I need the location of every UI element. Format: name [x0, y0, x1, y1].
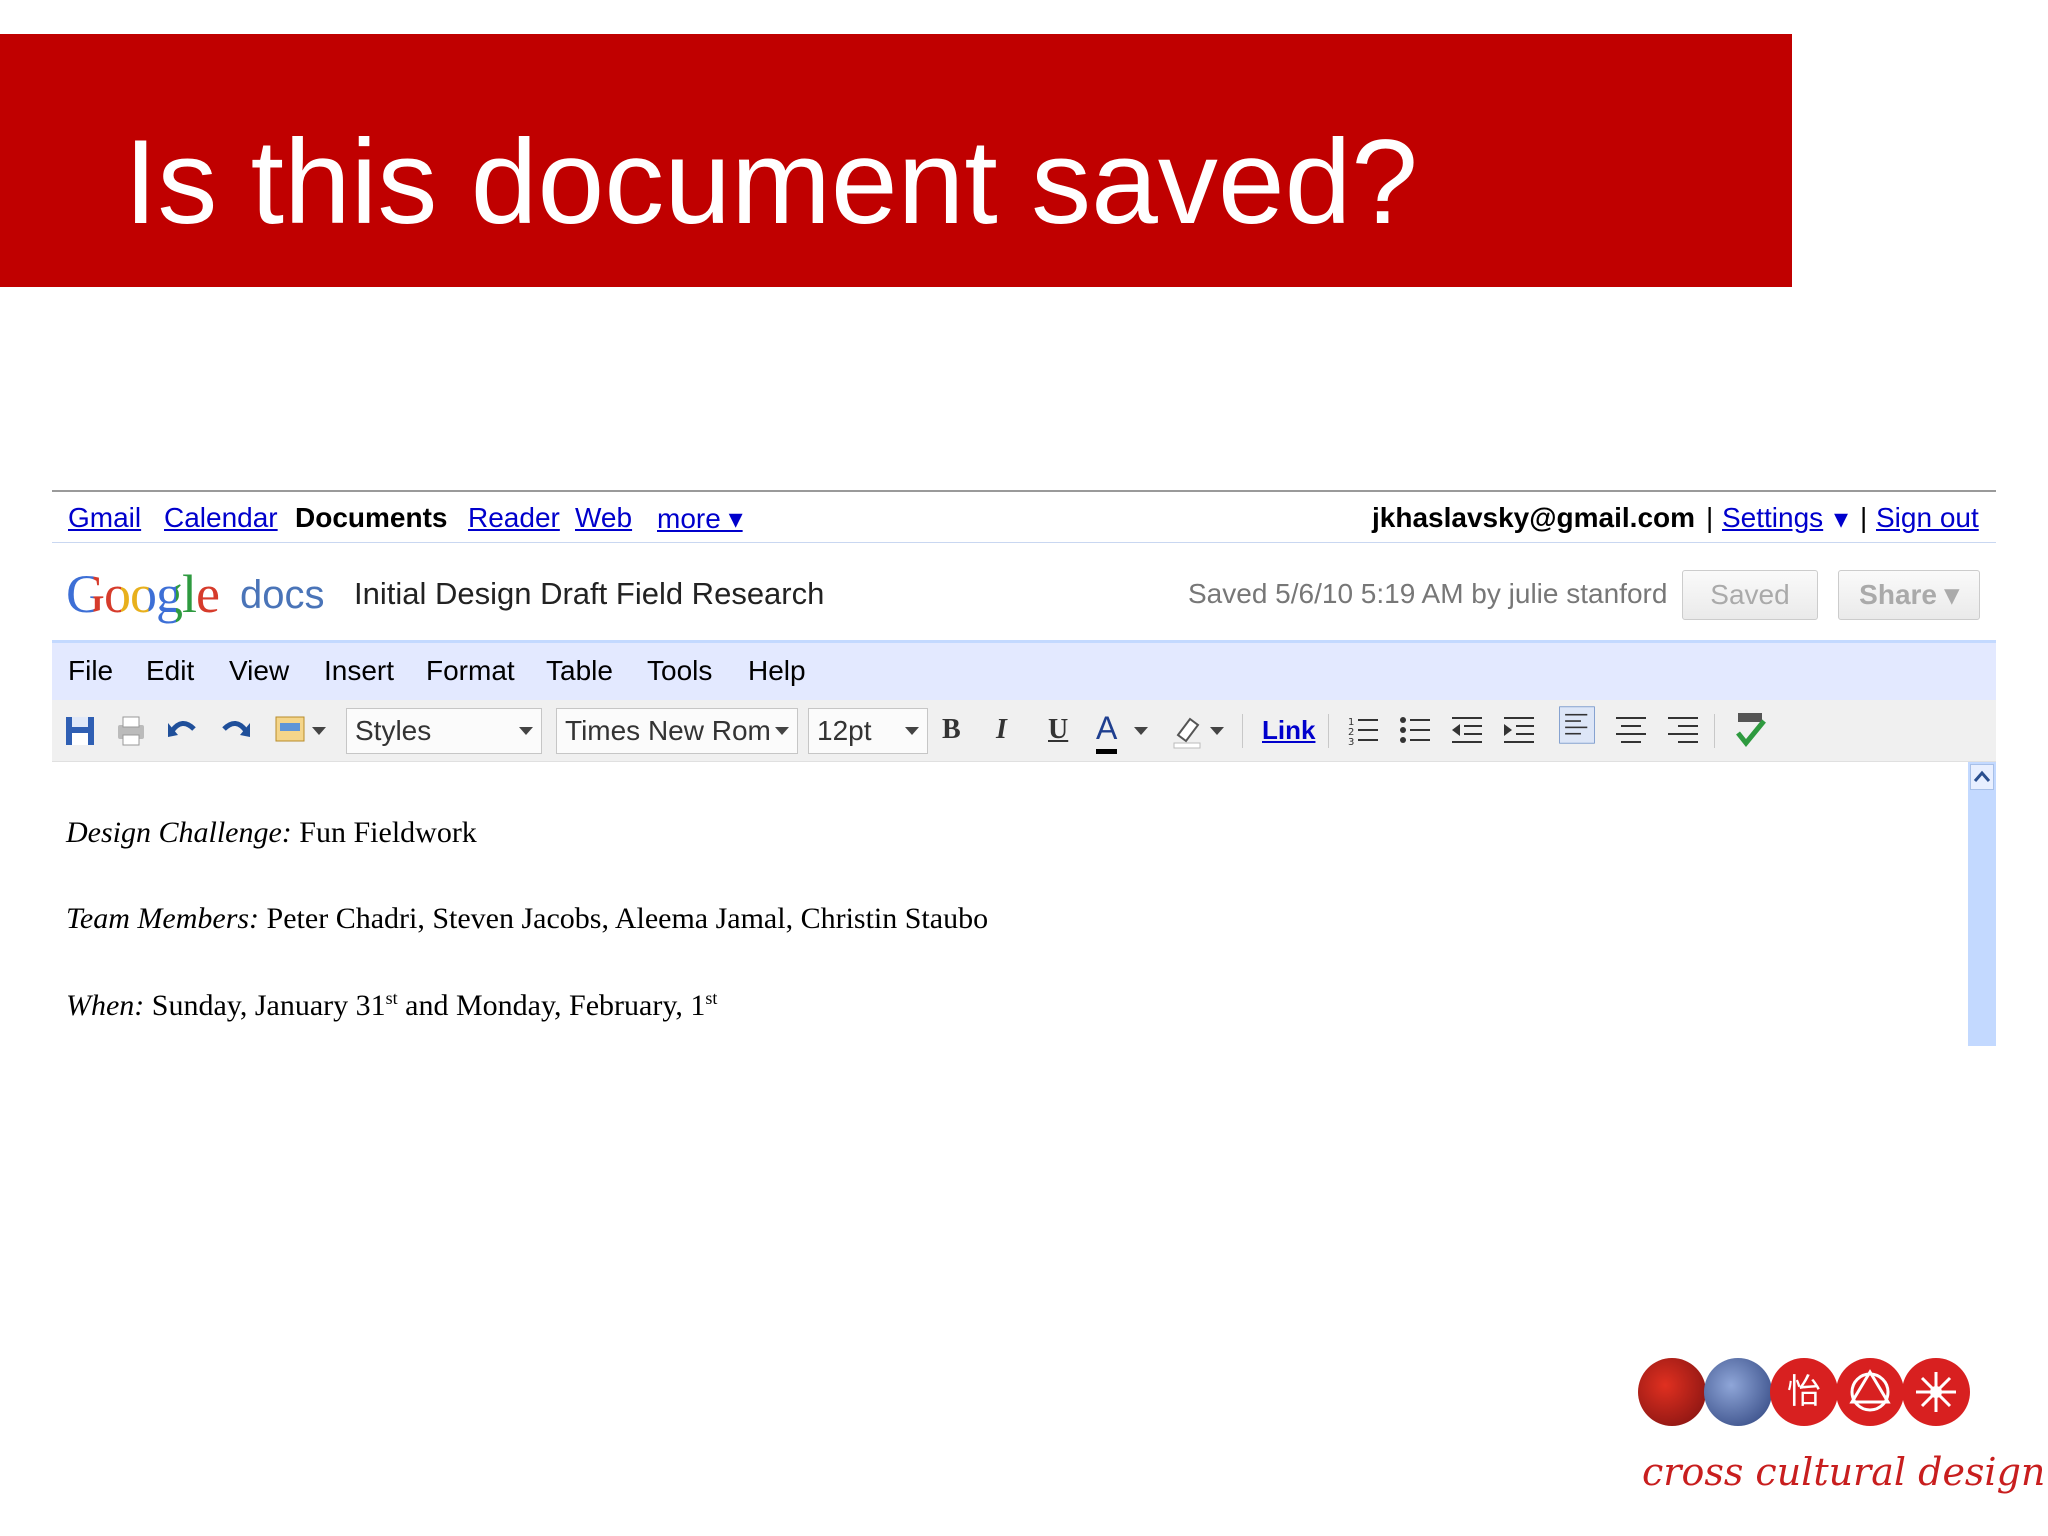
styles-dropdown[interactable]: Styles [346, 708, 542, 754]
menu-file[interactable]: File [68, 655, 113, 687]
slide-title: Is this document saved? [124, 115, 1419, 249]
nav-more-link[interactable]: more ▾ [657, 502, 743, 535]
chevron-down-icon[interactable] [1132, 711, 1150, 749]
doc-header: Google docs Initial Design Draft Field R… [52, 543, 1996, 633]
label-design-challenge: Design Challenge: [66, 816, 292, 849]
vertical-scrollbar[interactable] [1968, 762, 1996, 1046]
highlight-color-icon[interactable] [1170, 711, 1228, 749]
google-docs-logo[interactable]: Google [66, 563, 220, 625]
chevron-down-icon [905, 727, 919, 735]
spellcheck-icon[interactable] [1732, 711, 1770, 749]
chinese-character: 怡 [1787, 1372, 1821, 1412]
document-title[interactable]: Initial Design Draft Field Research [354, 576, 824, 612]
insert-image-icon[interactable] [272, 711, 328, 749]
cross-cultural-design-logo: 怡 [1638, 1358, 1970, 1428]
menu-table[interactable]: Table [546, 655, 613, 687]
account-email: jkhaslavsky@gmail.com [1372, 502, 1696, 533]
slide-title-banner: Is this document saved? [0, 34, 1792, 287]
undo-icon[interactable] [166, 711, 200, 749]
chevron-down-icon [775, 727, 789, 735]
toolbar-separator [1242, 714, 1243, 748]
value-team-members: Peter Chadri, Steven Jacobs, Aleema Jama… [259, 902, 989, 935]
toolbar-separator [1328, 714, 1329, 748]
value-when-a: Sunday, January 31 [144, 989, 386, 1022]
font-size-label: 12pt [817, 715, 872, 746]
nav-separator: | [1706, 502, 1714, 533]
doc-line-when: When: Sunday, January 31st and Monday, F… [66, 988, 717, 1023]
nav-separator: | [1860, 502, 1868, 533]
font-family-label: Times New Rom [565, 715, 771, 746]
label-team-members: Team Members: [66, 902, 260, 935]
menu-edit[interactable]: Edit [146, 655, 194, 687]
text-color-button[interactable]: A [1096, 711, 1118, 754]
settings-link[interactable]: Settings [1722, 502, 1823, 534]
document-body[interactable]: Design Challenge: Fun Fieldwork Team Mem… [52, 762, 1996, 1046]
scroll-up-arrow-icon[interactable] [1970, 764, 1994, 790]
nav-web-link[interactable]: Web [575, 502, 632, 534]
link-button[interactable]: Link [1262, 711, 1315, 749]
doc-line-team-members: Team Members: Peter Chadri, Steven Jacob… [66, 902, 988, 936]
format-toolbar: Styles Times New Rom 12pt B I U A Link 1… [52, 700, 1996, 762]
sign-out-link[interactable]: Sign out [1876, 502, 1979, 534]
bullet-list-icon[interactable] [1398, 711, 1432, 749]
save-status-text: Saved 5/6/10 5:19 AM by julie stanford [1188, 578, 1668, 609]
doc-line-design-challenge: Design Challenge: Fun Fieldwork [66, 816, 477, 850]
bold-button[interactable]: B [942, 711, 961, 749]
menu-tools[interactable]: Tools [647, 655, 712, 687]
usa-flag-circle-icon [1704, 1358, 1772, 1426]
align-center-icon[interactable] [1614, 711, 1648, 749]
svg-text:3: 3 [1348, 737, 1354, 748]
menu-help[interactable]: Help [748, 655, 806, 687]
increase-indent-icon[interactable] [1502, 711, 1536, 749]
align-right-icon[interactable] [1666, 711, 1700, 749]
menu-format[interactable]: Format [426, 655, 515, 687]
value-when-b: and Monday, February, 1 [397, 989, 706, 1022]
nav-reader-link[interactable]: Reader [468, 502, 560, 534]
nav-gmail-link[interactable]: Gmail [68, 502, 141, 534]
google-docs-window: Gmail Calendar Documents Reader Web more… [52, 490, 1996, 1046]
top-nav-bar: Gmail Calendar Documents Reader Web more… [52, 490, 1996, 543]
underline-button[interactable]: U [1048, 711, 1068, 749]
label-when: When: [66, 989, 145, 1022]
celtic-knot-circle-icon [1836, 1358, 1904, 1426]
redo-icon[interactable] [218, 711, 252, 749]
align-left-icon[interactable] [1554, 706, 1600, 744]
logo-tagline: cross cultural design [1642, 1450, 2046, 1494]
print-icon[interactable] [114, 711, 148, 749]
menu-view[interactable]: View [229, 655, 289, 687]
docs-logo-text: docs [240, 573, 325, 617]
superscript-st: st [705, 988, 718, 1008]
numbered-list-icon[interactable]: 123 [1346, 711, 1380, 749]
font-size-dropdown[interactable]: 12pt [808, 708, 928, 754]
nav-documents-current: Documents [295, 502, 448, 533]
chevron-down-icon [519, 727, 533, 735]
save-icon[interactable] [64, 711, 96, 749]
nav-calendar-link[interactable]: Calendar [164, 502, 278, 534]
menu-insert[interactable]: Insert [324, 655, 394, 687]
china-flag-circle-icon [1638, 1358, 1706, 1426]
chinese-character-circle-icon: 怡 [1770, 1358, 1838, 1426]
snowflake-circle-icon [1902, 1358, 1970, 1426]
toolbar-separator [1714, 714, 1715, 748]
decrease-indent-icon[interactable] [1450, 711, 1484, 749]
menu-bar: File Edit View Insert Format Table Tools… [52, 640, 1996, 700]
saved-button[interactable]: Saved [1682, 570, 1818, 620]
styles-dropdown-label: Styles [355, 715, 432, 746]
settings-arrow-icon[interactable]: ▾ [1834, 502, 1848, 535]
superscript-st: st [385, 988, 398, 1008]
google-logo-text: Google [66, 564, 220, 624]
font-family-dropdown[interactable]: Times New Rom [556, 708, 798, 754]
italic-button[interactable]: I [996, 711, 1007, 749]
value-design-challenge: Fun Fieldwork [291, 816, 477, 849]
share-button[interactable]: Share ▾ [1838, 570, 1980, 620]
